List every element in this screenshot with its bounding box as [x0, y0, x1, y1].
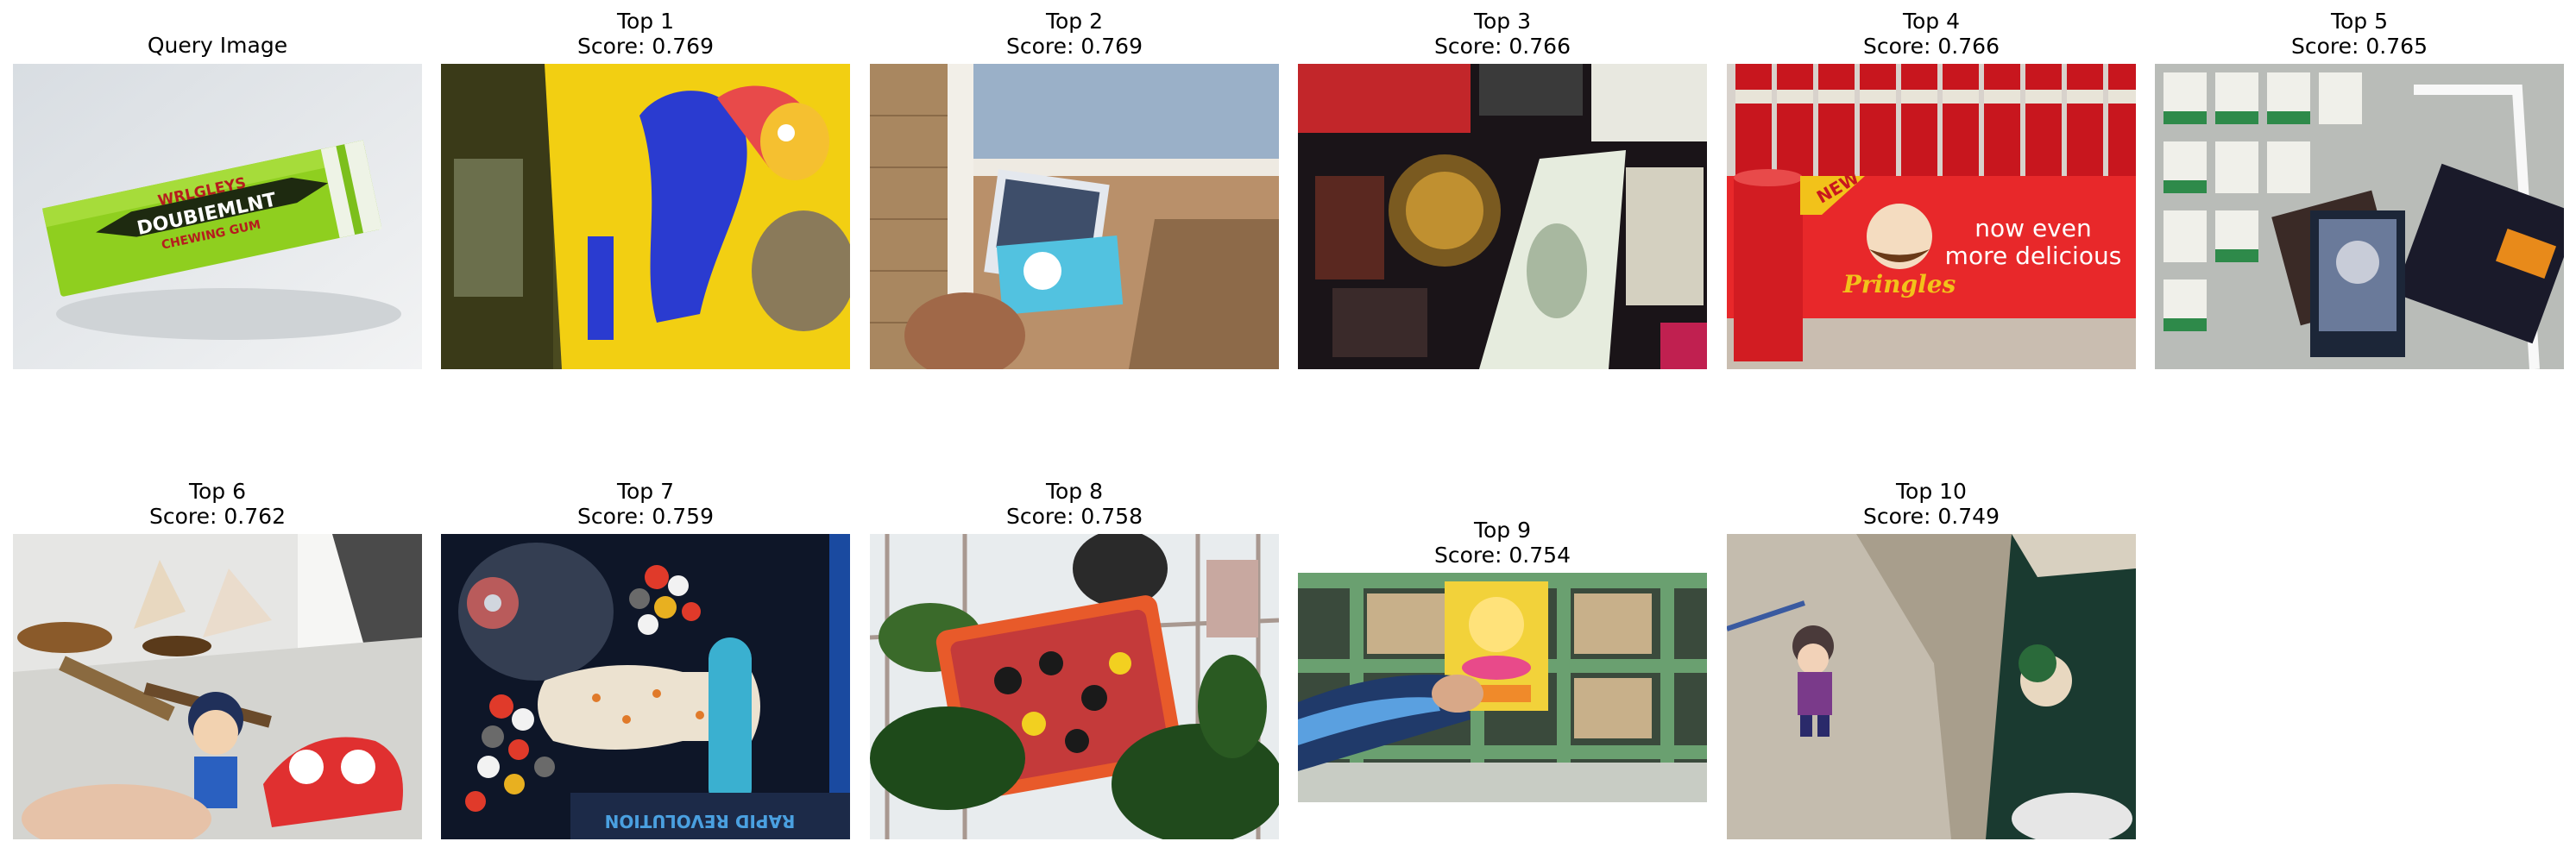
result-rank: Top 3: [1473, 9, 1532, 34]
query-image: WRLGLEYS DOUBIEMLNT CHEWING GUM: [13, 64, 422, 369]
result-10[interactable]: Top 10 Score: 0.749: [1727, 470, 2136, 850]
result-2[interactable]: Top 2 Score: 0.769: [870, 0, 1279, 380]
result-1[interactable]: Top 1 Score: 0.769: [441, 0, 850, 380]
book-title-text: RAPID REVOLUTION: [605, 811, 796, 832]
result-rank: Top 9: [1473, 518, 1532, 543]
result-rank: Top 1: [616, 9, 675, 34]
result-4[interactable]: Top 4 Score: 0.766 NEW Pringles now even…: [1727, 0, 2136, 380]
query-title: Query Image: [147, 33, 288, 58]
result-score: Score: 0.766: [1434, 34, 1571, 59]
result-image: NEW Pringles now even more delicious: [1727, 64, 2136, 369]
result-score: Score: 0.749: [1863, 504, 2000, 529]
result-score: Score: 0.769: [577, 34, 714, 59]
result-image: [1298, 64, 1707, 369]
result-rank: Top 8: [1045, 479, 1104, 504]
result-rank: Top 4: [1902, 9, 1961, 34]
result-rank: Top 7: [616, 479, 675, 504]
result-image: RAPID REVOLUTION: [441, 534, 850, 839]
result-score: Score: 0.766: [1863, 34, 2000, 59]
result-9[interactable]: Top 9 Score: 0.754: [1298, 470, 1707, 850]
result-rank: Top 2: [1045, 9, 1104, 34]
result-score: Score: 0.759: [577, 504, 714, 529]
result-image: [1727, 534, 2136, 839]
result-rank: Top 6: [188, 479, 247, 504]
result-score: Score: 0.758: [1006, 504, 1143, 529]
result-image: [870, 534, 1279, 839]
result-rank: Top 5: [2330, 9, 2389, 34]
result-rank: Top 10: [1896, 479, 1967, 504]
brand-text: Pringles: [1842, 270, 1956, 298]
result-image: [2155, 64, 2564, 369]
sign-text-1: now even: [1975, 214, 2091, 242]
result-image: [870, 64, 1279, 369]
result-score: Score: 0.765: [2291, 34, 2428, 59]
result-score: Score: 0.769: [1006, 34, 1143, 59]
query-panel: Query Image WRLGLEYS DOUBIEMLNT CHEWING …: [13, 0, 422, 380]
result-5[interactable]: Top 5 Score: 0.765: [2155, 0, 2564, 380]
sign-text-2: more delicious: [1945, 242, 2122, 270]
result-3[interactable]: Top 3 Score: 0.766: [1298, 0, 1707, 380]
result-image: [13, 534, 422, 839]
result-score: Score: 0.754: [1434, 543, 1571, 568]
result-6[interactable]: Top 6 Score: 0.762: [13, 470, 422, 850]
result-image: [441, 64, 850, 369]
result-8[interactable]: Top 8 Score: 0.758: [870, 470, 1279, 850]
result-score: Score: 0.762: [149, 504, 286, 529]
result-7[interactable]: Top 7 Score: 0.759 RAPID REVOLUTION: [441, 470, 850, 850]
result-image: [1298, 573, 1707, 802]
